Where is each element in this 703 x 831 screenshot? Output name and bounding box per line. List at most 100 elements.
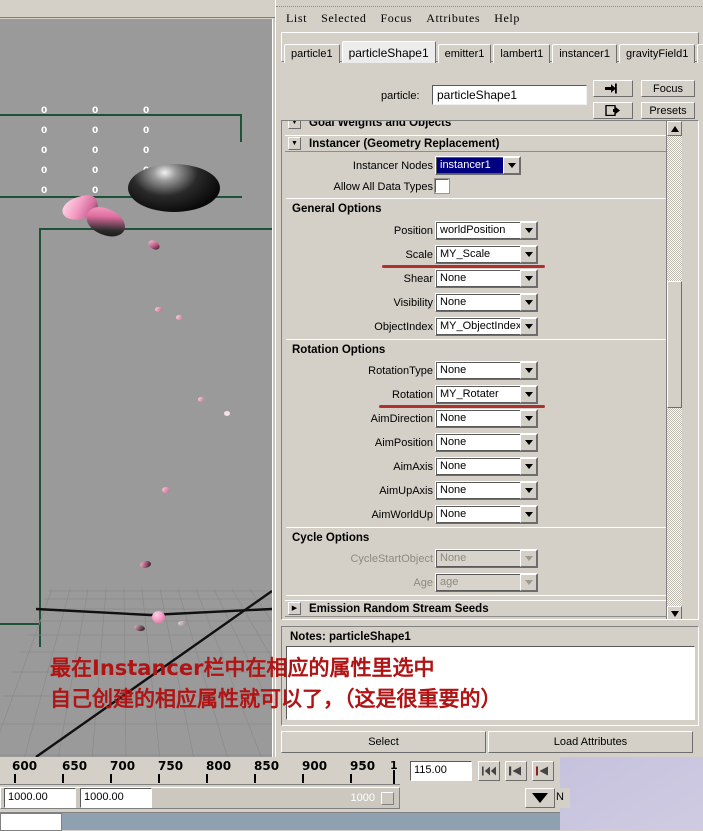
expand-triangle-icon[interactable]: ▶ [288, 602, 301, 615]
optionmenu-rotationtype[interactable]: None [435, 361, 538, 380]
node-name-row: particle: particleShape1 Focus Presets [281, 76, 699, 120]
optionmenu-aimposition[interactable]: None [435, 433, 538, 452]
playback-options-dropdown[interactable] [525, 788, 555, 808]
optionmenu-cyclestartobject: None [435, 549, 538, 568]
tab-lambert1[interactable]: lambert1 [493, 44, 551, 63]
range-end-field[interactable]: 1000.00 [80, 788, 152, 808]
chevron-down-icon[interactable] [520, 222, 537, 239]
collapse-triangle-icon[interactable]: ▼ [288, 121, 301, 129]
chevron-down-icon[interactable] [520, 506, 537, 523]
row-aimdirection: AimDirection None [282, 409, 682, 429]
range-start-field[interactable]: 1000.00 [4, 788, 76, 808]
menu-bar: List Selected Focus Attributes Help [276, 8, 703, 28]
optionmenu-objectindex[interactable]: MY_ObjectIndex [435, 317, 538, 336]
label-rotation: Rotation [392, 389, 433, 401]
menu-help[interactable]: Help [494, 11, 520, 26]
menu-list[interactable]: List [286, 11, 307, 26]
scrollbar-thumb[interactable] [667, 281, 682, 408]
group-title-general-options: General Options [292, 203, 382, 215]
range-end-handle[interactable] [381, 792, 394, 805]
step-back-icon [509, 766, 521, 776]
optionmenu-aimposition-value: None [436, 434, 520, 451]
load-node-out-button[interactable] [593, 102, 633, 119]
label-aimworldup: AimWorldUp [371, 509, 433, 521]
notes-title: Notes: particleShape1 [290, 631, 411, 643]
section-goal-weights-clipped[interactable]: ▼ Goal Weights and Objects [285, 121, 678, 133]
tick-mark [158, 774, 160, 783]
instanced-geometry-small-4 [198, 397, 204, 402]
green-reference-line-top [0, 114, 242, 116]
node-name-input[interactable]: particleShape1 [432, 85, 587, 105]
select-button[interactable]: Select [281, 731, 486, 753]
optionmenu-rotation[interactable]: MY_Rotater [435, 385, 538, 404]
optionmenu-position[interactable]: worldPosition [435, 221, 538, 240]
time-slider[interactable]: 600 650 700 750 800 850 900 950 [0, 757, 400, 785]
chevron-down-icon[interactable] [520, 410, 537, 427]
step-back-button[interactable] [505, 761, 527, 781]
go-to-start-button[interactable] [478, 761, 500, 781]
tab-instancer1[interactable]: instancer1 [552, 44, 617, 63]
current-frame-tick-mark [393, 770, 395, 784]
menu-selected[interactable]: Selected [321, 11, 366, 26]
tab-particleShape1[interactable]: particleShape1 [341, 41, 436, 63]
attribute-editor-window: List Selected Focus Attributes Help part… [275, 0, 703, 757]
notes-textarea[interactable] [286, 646, 695, 720]
scroll-up-button[interactable] [667, 121, 682, 136]
chevron-down-icon[interactable] [520, 386, 537, 403]
chevron-down-icon[interactable] [520, 270, 537, 287]
tab-emitter1[interactable]: emitter1 [437, 44, 492, 63]
row-shear: Shear None [282, 269, 682, 289]
menu-focus[interactable]: Focus [381, 11, 413, 26]
optionmenu-aimworldup[interactable]: None [435, 505, 538, 524]
tab-gravityField1[interactable]: gravityField1 [618, 44, 696, 63]
menu-attributes[interactable]: Attributes [426, 11, 480, 26]
maya-3d-viewport[interactable]: 0 0 0 0 0 0 0 0 0 0 0 0 0 0 0 [0, 19, 272, 757]
scroll-down-button[interactable] [667, 606, 682, 619]
load-attributes-button[interactable]: Load Attributes [488, 731, 693, 753]
chevron-down-icon[interactable] [520, 482, 537, 499]
arrow-into-box-icon [605, 83, 617, 94]
optionmenu-aimupaxis-value: None [436, 482, 520, 499]
optionmenu-shear[interactable]: None [435, 269, 538, 288]
row-cyclestartobject: CycleStartObject None [282, 549, 682, 569]
optionmenu-aimupaxis[interactable]: None [435, 481, 538, 500]
section-instancer-header[interactable]: ▼ Instancer (Geometry Replacement) [285, 135, 678, 152]
optionmenu-instancer-nodes[interactable]: instancer1 [435, 156, 521, 175]
presets-button[interactable]: Presets [641, 102, 695, 119]
focus-button[interactable]: Focus [641, 80, 695, 97]
instanced-geometry-small-8 [152, 611, 165, 623]
label-aimupaxis: AimUpAxis [379, 485, 433, 497]
annotation-underline-scale [382, 265, 545, 268]
attribute-area-scrollbar[interactable] [666, 121, 682, 619]
chevron-down-icon[interactable] [520, 294, 537, 311]
chevron-down-icon[interactable] [503, 157, 520, 174]
chevron-down-icon[interactable] [520, 318, 537, 335]
optionmenu-scale[interactable]: MY_Scale [435, 245, 538, 264]
optionmenu-aimworldup-value: None [436, 506, 520, 523]
attribute-scroll-area[interactable]: ▼ Goal Weights and Objects ▼ Instancer (… [281, 120, 699, 620]
label-age: Age [413, 577, 433, 589]
instanced-geometry-small-3 [176, 315, 182, 320]
instancer-collapse-triangle-icon[interactable]: ▼ [288, 137, 301, 150]
current-frame-field[interactable]: 115.00 [410, 761, 472, 781]
section-emission-seeds-header[interactable]: ▶ Emission Random Stream Seeds [285, 600, 678, 617]
section-title-instancer: Instancer (Geometry Replacement) [309, 137, 500, 150]
status-line-input[interactable] [0, 813, 62, 831]
tab-tu-clipped[interactable]: tu [697, 44, 703, 63]
optionmenu-scale-value: MY_Scale [436, 246, 520, 263]
chevron-down-icon[interactable] [520, 246, 537, 263]
chevron-down-icon[interactable] [520, 458, 537, 475]
load-node-in-button[interactable] [593, 80, 633, 97]
optionmenu-instancer-nodes-value: instancer1 [436, 157, 503, 174]
particle-number-label: 0 [92, 126, 99, 136]
window-title-strip [276, 0, 703, 7]
optionmenu-visibility[interactable]: None [435, 293, 538, 312]
chevron-down-icon[interactable] [520, 434, 537, 451]
checkbox-allow-all-data-types[interactable] [434, 178, 450, 194]
optionmenu-aimaxis[interactable]: None [435, 457, 538, 476]
particle-number-label: 0 [41, 126, 48, 136]
optionmenu-aimdirection[interactable]: None [435, 409, 538, 428]
chevron-down-icon[interactable] [520, 362, 537, 379]
previous-key-button[interactable] [532, 761, 554, 781]
tab-particle1[interactable]: particle1 [284, 44, 340, 63]
